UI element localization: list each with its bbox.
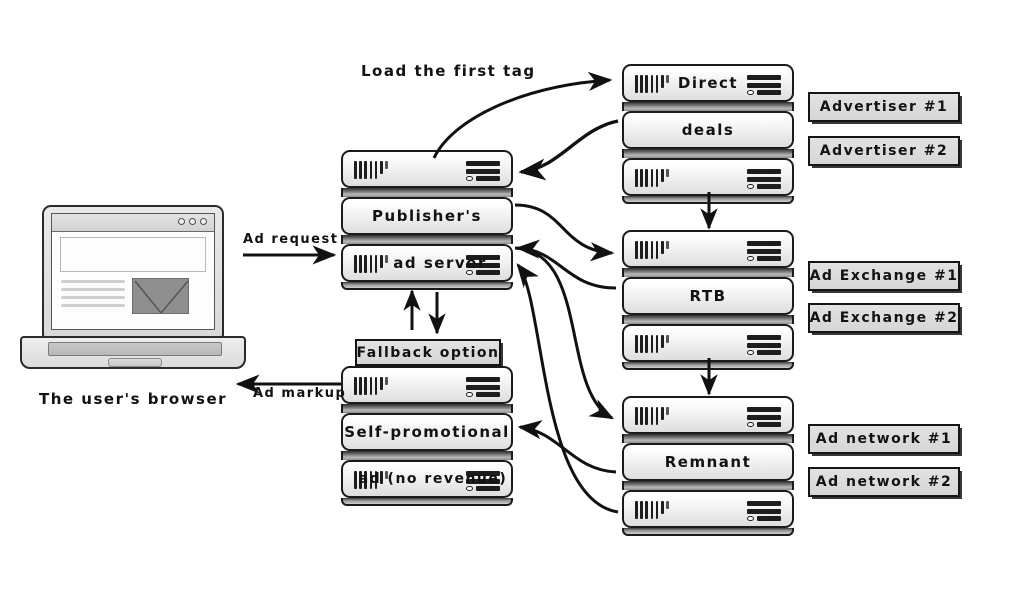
- server-unit[interactable]: [622, 158, 794, 196]
- server-unit[interactable]: [341, 150, 513, 188]
- page-text-line: [61, 296, 125, 299]
- server-unit-label: [343, 368, 511, 402]
- server-unit-label: Publisher's: [372, 206, 482, 225]
- page-hero-block: [60, 237, 206, 272]
- server-unit[interactable]: Remnant: [622, 443, 794, 481]
- window-controls-dots: [178, 218, 207, 225]
- page-text-line: [61, 304, 125, 307]
- server-unit[interactable]: [341, 366, 513, 404]
- server-unit-label: [624, 326, 792, 360]
- server-unit-label: [624, 160, 792, 194]
- page-text-line: [61, 280, 125, 283]
- server-unit-label: deals: [681, 120, 735, 139]
- laptop-keyboard: [48, 342, 222, 356]
- server-unit[interactable]: RTB: [622, 277, 794, 315]
- server-unit[interactable]: [622, 324, 794, 362]
- server-unit-label: [343, 152, 511, 186]
- server-unit[interactable]: [622, 230, 794, 268]
- laptop-base: [20, 336, 246, 369]
- remnant-stack[interactable]: Remnant: [622, 396, 794, 536]
- rtb-stack[interactable]: RTB: [622, 230, 794, 370]
- server-unit[interactable]: Publisher's: [341, 197, 513, 235]
- server-unit[interactable]: deals: [622, 111, 794, 149]
- direct-deals-stack[interactable]: Direct deals: [622, 64, 794, 204]
- browser-titlebar: [52, 214, 214, 232]
- arrow-publisher-to-rtb: [514, 203, 615, 262]
- server-unit-label: [624, 232, 792, 266]
- server-unit[interactable]: ad (no revenue): [341, 460, 513, 498]
- partner-ad-exchange-1[interactable]: Ad Exchange #1: [808, 261, 960, 291]
- server-unit[interactable]: Direct: [622, 64, 794, 102]
- arrow-publisher-to-remnant: [514, 246, 615, 420]
- label-ad-request: Ad request: [243, 232, 339, 247]
- arrow-direct-to-publisher: [518, 119, 619, 181]
- label-load-first-tag: Load the first tag: [361, 62, 536, 80]
- server-unit[interactable]: ad server: [341, 244, 513, 282]
- laptop-trackpad: [108, 358, 162, 367]
- partner-ad-network-2[interactable]: Ad network #2: [808, 467, 960, 497]
- server-unit-label: Self-promotional: [344, 422, 510, 441]
- server-unit-label: [624, 492, 792, 526]
- arrow-remnant-to-fallback: [517, 420, 617, 474]
- label-ad-markup: Ad markup: [253, 386, 347, 401]
- server-unit-label: ad (no revenue): [358, 471, 508, 487]
- publisher-ad-server-stack[interactable]: Publisher's ad server: [341, 150, 513, 290]
- laptop-lid: [42, 205, 224, 338]
- browser-window: [51, 213, 215, 330]
- partner-ad-network-1[interactable]: Ad network #1: [808, 424, 960, 454]
- partner-ad-exchange-2[interactable]: Ad Exchange #2: [808, 303, 960, 333]
- server-unit-label: ad server: [393, 253, 487, 272]
- page-text-line: [61, 288, 125, 291]
- arrow-remnant-to-publisher: [516, 263, 619, 514]
- server-unit[interactable]: [622, 396, 794, 434]
- placeholder-cross-icon: [134, 280, 188, 313]
- ad-image-placeholder: [132, 278, 189, 314]
- arrow-load-first-tag: [432, 71, 613, 159]
- server-unit-label: [624, 398, 792, 432]
- partner-advertiser-2[interactable]: Advertiser #2: [808, 136, 960, 166]
- server-unit-label: Remnant: [664, 452, 752, 471]
- server-unit[interactable]: [622, 490, 794, 528]
- fallback-option-badge[interactable]: Fallback option: [355, 339, 501, 366]
- diagram-canvas: The user's browser Publisher's ad server: [0, 0, 1024, 592]
- browser-caption: The user's browser: [39, 390, 228, 408]
- server-unit-label: Direct: [677, 73, 739, 92]
- server-unit[interactable]: Self-promotional: [341, 413, 513, 451]
- server-unit-label: RTB: [689, 286, 727, 305]
- fallback-ad-stack[interactable]: Self-promotional ad (no revenue): [341, 366, 513, 506]
- arrow-rtb-to-publisher: [515, 239, 617, 290]
- partner-advertiser-1[interactable]: Advertiser #1: [808, 92, 960, 122]
